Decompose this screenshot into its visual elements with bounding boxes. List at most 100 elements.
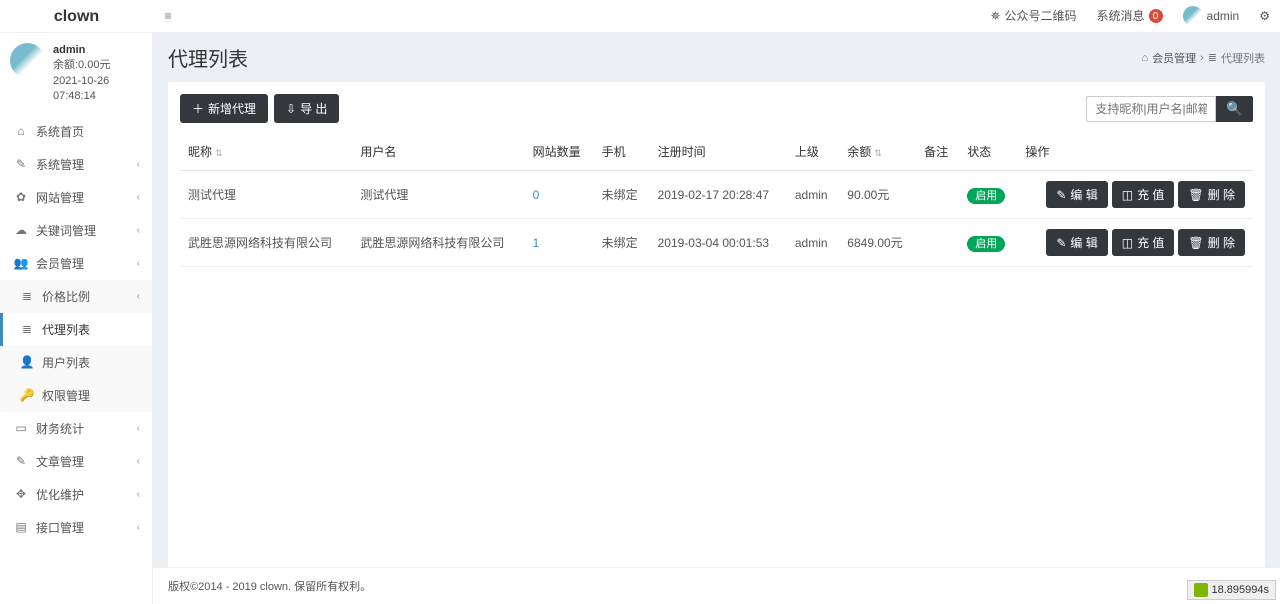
list-icon: ≣	[1208, 51, 1217, 64]
export-button[interactable]: ⇩ 导 出	[274, 94, 339, 123]
main-menu: ⌂系统首页✎系统管理‹✿网站管理‹☁关键词管理‹👥会员管理‹≣价格比例‹≣代理列…	[0, 115, 152, 544]
msg-badge: 0	[1149, 9, 1163, 23]
sites-link[interactable]: 0	[533, 188, 540, 202]
sites-link[interactable]: 1	[533, 236, 540, 250]
top-header: clown ≡ ✵ 公众号二维码 系统消息 0 admin ⚙	[0, 0, 1280, 33]
content-header: 代理列表 ⌂ 会员管理 › ≣ 代理列表	[153, 33, 1280, 82]
menu-icon: ⌂	[12, 124, 30, 138]
plus-icon: ＋	[192, 100, 204, 117]
download-icon: ⇩	[286, 102, 296, 116]
money-icon: ◫	[1122, 188, 1133, 202]
menu-icon: ≣	[18, 322, 36, 336]
menu-icon: ✎	[12, 454, 30, 468]
sort-icon: ⇅	[874, 148, 882, 158]
sidebar-subitem[interactable]: ≣价格比例‹	[0, 280, 152, 313]
menu-icon: 👥	[12, 256, 30, 270]
system-messages[interactable]: 系统消息 0	[1087, 0, 1173, 33]
add-button[interactable]: ＋ 新增代理	[180, 94, 268, 123]
sidebar-item[interactable]: ▤接口管理‹	[0, 511, 152, 544]
chevron-left-icon: ‹	[137, 159, 140, 170]
sidebar-item[interactable]: 👥会员管理‹	[0, 247, 152, 280]
sidebar-subitem[interactable]: 🔑权限管理	[0, 379, 152, 412]
menu-icon: ▭	[12, 421, 30, 435]
avatar	[10, 43, 45, 78]
table-row: 武胜思源网络科技有限公司武胜思源网络科技有限公司1未绑定2019-03-04 0…	[180, 219, 1253, 267]
avatar-icon	[1183, 6, 1203, 26]
chevron-left-icon: ‹	[137, 489, 140, 500]
col-balance[interactable]: 余额⇅	[839, 133, 916, 171]
status-badge[interactable]: 启用	[967, 236, 1005, 252]
wechat-icon: ✵	[990, 0, 1000, 33]
trash-icon: 🗑	[1188, 236, 1203, 250]
chevron-left-icon: ‹	[137, 423, 140, 434]
chevron-left-icon: ‹	[137, 225, 140, 236]
sidebar-item[interactable]: ⌂系统首页	[0, 115, 152, 148]
search-input[interactable]	[1086, 96, 1216, 122]
brand-logo[interactable]: clown	[0, 0, 153, 32]
sidebar-item[interactable]: ☁关键词管理‹	[0, 214, 152, 247]
main-box: ＋ 新增代理 ⇩ 导 出 🔍 昵称⇅ 用户名 网站数量 手机	[168, 82, 1265, 571]
perf-badge: 18.895994s	[1187, 580, 1277, 600]
user-panel: admin 余额:0.00元 2021-10-26 07:48:14	[0, 33, 152, 115]
sidebar-subitem[interactable]: 👤用户列表	[0, 346, 152, 379]
user-time: 2021-10-26 07:48:14	[53, 74, 142, 105]
menu-icon: ▤	[12, 520, 30, 534]
col-status: 状态	[959, 133, 1017, 171]
sidebar-item[interactable]: ▭财务统计‹	[0, 412, 152, 445]
col-sites: 网站数量	[525, 133, 594, 171]
user-balance: 余额:0.00元	[53, 58, 142, 73]
breadcrumb-l1[interactable]: 会员管理	[1152, 50, 1196, 66]
user-name: admin	[53, 43, 142, 58]
edit-button[interactable]: ✎ 编 辑	[1046, 229, 1107, 256]
chevron-left-icon: ‹	[137, 258, 140, 269]
agent-table: 昵称⇅ 用户名 网站数量 手机 注册时间 上级 余额⇅ 备注 状态 操作 测试代…	[180, 133, 1253, 267]
qr-link[interactable]: ✵ 公众号二维码	[980, 0, 1086, 33]
footer: 版权©2014 - 2019 clown. 保留所有权利。	[153, 567, 1280, 604]
sidebar-item[interactable]: ✎系统管理‹	[0, 148, 152, 181]
sidebar-item[interactable]: ✥优化维护‹	[0, 478, 152, 511]
col-phone: 手机	[594, 133, 650, 171]
edit-icon: ✎	[1056, 236, 1066, 250]
col-superior: 上级	[787, 133, 839, 171]
menu-icon: ≣	[18, 289, 36, 303]
breadcrumb-l2: 代理列表	[1221, 50, 1265, 66]
user-menu[interactable]: admin	[1173, 0, 1250, 33]
delete-button[interactable]: 🗑 删 除	[1178, 181, 1245, 208]
sidebar-item[interactable]: ✿网站管理‹	[0, 181, 152, 214]
col-action: 操作	[1017, 133, 1253, 171]
sidebar-subitem[interactable]: ≣代理列表	[0, 313, 152, 346]
edit-button[interactable]: ✎ 编 辑	[1046, 181, 1107, 208]
menu-icon: ☁	[12, 223, 30, 237]
delete-button[interactable]: 🗑 删 除	[1178, 229, 1245, 256]
chevron-left-icon: ‹	[137, 522, 140, 533]
table-row: 测试代理测试代理0未绑定2019-02-17 20:28:47admin90.0…	[180, 171, 1253, 219]
chevron-left-icon: ‹	[137, 192, 140, 203]
chevron-left-icon: ‹	[137, 456, 140, 467]
col-nickname[interactable]: 昵称⇅	[180, 133, 352, 171]
menu-icon: 👤	[18, 355, 36, 369]
breadcrumb: ⌂ 会员管理 › ≣ 代理列表	[1141, 50, 1265, 66]
sidebar: admin 余额:0.00元 2021-10-26 07:48:14 ⌂系统首页…	[0, 33, 153, 604]
search-icon: 🔍	[1226, 101, 1243, 116]
settings-gear-icon[interactable]: ⚙	[1249, 0, 1280, 33]
status-badge[interactable]: 启用	[967, 188, 1005, 204]
search-button[interactable]: 🔍	[1216, 96, 1253, 122]
menu-icon: ✎	[12, 157, 30, 171]
trash-icon: 🗑	[1188, 188, 1203, 202]
col-username: 用户名	[352, 133, 524, 171]
edit-icon: ✎	[1056, 188, 1066, 202]
col-regtime: 注册时间	[650, 133, 787, 171]
recharge-button[interactable]: ◫ 充 值	[1112, 181, 1175, 208]
sort-icon: ⇅	[215, 148, 223, 158]
sidebar-item[interactable]: ✎文章管理‹	[0, 445, 152, 478]
menu-toggle-icon[interactable]: ≡	[153, 0, 183, 32]
money-icon: ◫	[1122, 236, 1133, 250]
page-title: 代理列表	[168, 43, 248, 72]
toolbar: ＋ 新增代理 ⇩ 导 出 🔍	[180, 94, 1253, 123]
col-remark: 备注	[916, 133, 959, 171]
menu-icon: ✿	[12, 190, 30, 204]
dashboard-icon: ⌂	[1141, 52, 1148, 64]
menu-icon: 🔑	[18, 388, 36, 402]
perf-icon	[1194, 583, 1208, 597]
recharge-button[interactable]: ◫ 充 值	[1112, 229, 1175, 256]
